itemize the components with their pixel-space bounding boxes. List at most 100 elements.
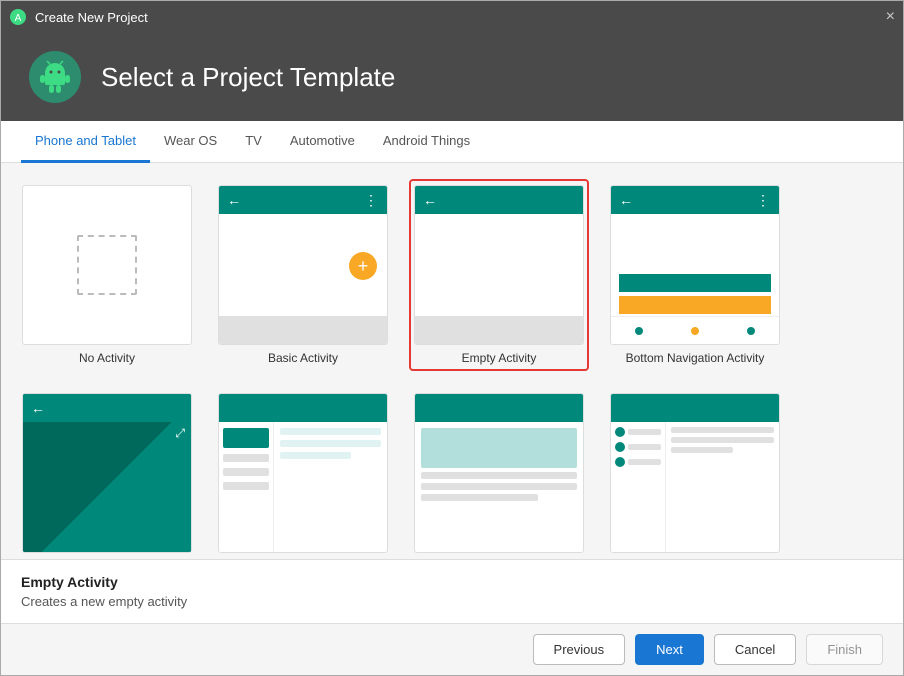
description-title: Empty Activity — [21, 574, 883, 590]
empty-bottombar — [415, 316, 583, 344]
nd-drawer — [219, 422, 274, 552]
template-fullscreen[interactable]: ← ⤢ Fullscreen Activity — [17, 387, 197, 559]
next-button[interactable]: Next — [635, 634, 704, 665]
empty-activity-label: Empty Activity — [462, 351, 537, 365]
tab-automotive[interactable]: Automotive — [276, 121, 369, 163]
sc-line-2 — [421, 483, 577, 490]
finish-button[interactable]: Finish — [806, 634, 883, 665]
md-text-1 — [628, 429, 661, 435]
footer: Previous Next Cancel Finish — [1, 623, 903, 675]
bottomnav-body — [611, 214, 779, 316]
expand-icon: ⤢ — [175, 426, 185, 441]
template-nav-drawer[interactable]: Navigation Drawer Activity — [213, 387, 393, 559]
titlebar-left: A Create New Project — [9, 8, 148, 26]
menu-dots-icon: ⋮ — [364, 192, 379, 209]
tab-tv[interactable]: TV — [231, 121, 276, 163]
basic-body: + — [219, 214, 387, 316]
nav-dot-1 — [635, 327, 643, 335]
sc-topbar — [415, 394, 583, 422]
cancel-button[interactable]: Cancel — [714, 634, 796, 665]
window-title: Create New Project — [35, 10, 148, 25]
fullscreen-preview: ← ⤢ — [22, 393, 192, 553]
nd-topbar — [219, 394, 387, 422]
nd-line-2 — [280, 440, 381, 447]
content: Phone and Tablet Wear OS TV Automotive A… — [1, 121, 903, 623]
nd-item-1 — [223, 454, 269, 462]
sc-line-3 — [421, 494, 538, 501]
sc-line-1 — [421, 472, 577, 479]
back-arrow-icon2: ← — [423, 192, 437, 208]
empty-body — [415, 214, 583, 316]
tab-phone-tablet[interactable]: Phone and Tablet — [21, 121, 150, 163]
fab-button: + — [349, 252, 377, 280]
scrolling-preview — [414, 393, 584, 553]
bottom-nav-label: Bottom Navigation Activity — [626, 351, 765, 365]
fs-topbar: ← — [23, 394, 191, 422]
nav-dot-3 — [747, 327, 755, 335]
basic-activity-preview: ← ⋮ + — [218, 185, 388, 345]
bottom-nav-preview: ← ⋮ — [610, 185, 780, 345]
back-arrow-icon: ← — [227, 192, 241, 208]
no-activity-label: No Activity — [79, 351, 135, 365]
description-text: Creates a new empty activity — [21, 594, 883, 609]
template-basic-activity[interactable]: ← ⋮ + Basic Activity — [213, 179, 393, 371]
template-bottom-nav[interactable]: ← ⋮ — [605, 179, 785, 371]
md-detail-line-2 — [671, 437, 774, 443]
basic-bottombar — [219, 316, 387, 344]
header-title: Select a Project Template — [101, 62, 395, 93]
nd-item-3 — [223, 482, 269, 490]
template-grid-area: No Activity ← ⋮ + Basic Activity — [1, 163, 903, 559]
android-icon — [37, 59, 73, 95]
close-button[interactable]: × — [886, 8, 895, 26]
nd-line-1 — [280, 428, 381, 435]
template-empty-activity[interactable]: ← Empty Activity — [409, 179, 589, 371]
navdrawer-preview — [218, 393, 388, 553]
md-body — [611, 422, 779, 552]
previous-button[interactable]: Previous — [533, 634, 626, 665]
app-icon: A — [9, 8, 27, 26]
master-detail-preview — [610, 393, 780, 553]
fs-diagonal — [23, 422, 191, 552]
tabs-bar: Phone and Tablet Wear OS TV Automotive A… — [1, 121, 903, 163]
md-item-2 — [615, 442, 661, 452]
sc-body — [415, 422, 583, 552]
nd-item-2 — [223, 468, 269, 476]
sc-image — [421, 428, 577, 468]
nav-dot-2 — [691, 327, 699, 335]
md-text-3 — [628, 459, 661, 465]
fs-body: ⤢ — [23, 422, 191, 552]
template-scrolling[interactable]: Scrolling Activity — [409, 387, 589, 559]
nd-body — [219, 422, 387, 552]
md-detail-line-1 — [671, 427, 774, 433]
template-no-activity[interactable]: No Activity — [17, 179, 197, 371]
header-logo — [29, 51, 81, 103]
md-item-3 — [615, 457, 661, 467]
md-item-1 — [615, 427, 661, 437]
tab-wear-os[interactable]: Wear OS — [150, 121, 231, 163]
md-topbar — [611, 394, 779, 422]
window: A Create New Project × — [0, 0, 904, 676]
empty-topbar: ← — [415, 186, 583, 214]
tab-android-things[interactable]: Android Things — [369, 121, 484, 163]
md-detail-line-3 — [671, 447, 733, 453]
titlebar: A Create New Project × — [1, 1, 903, 33]
svg-text:A: A — [15, 13, 22, 24]
menu-dots-icon2: ⋮ — [756, 192, 771, 209]
basic-topbar: ← ⋮ — [219, 186, 387, 214]
md-circle-3 — [615, 457, 625, 467]
no-activity-preview — [22, 185, 192, 345]
header: Select a Project Template — [1, 33, 903, 121]
back-arrow-icon3: ← — [619, 192, 633, 208]
md-text-2 — [628, 444, 661, 450]
back-arrow-icon4: ← — [31, 400, 45, 416]
md-circle-2 — [615, 442, 625, 452]
nd-content — [274, 422, 387, 552]
md-detail — [666, 422, 779, 552]
md-list — [611, 422, 666, 552]
description-panel: Empty Activity Creates a new empty activ… — [1, 559, 903, 623]
bottomnav-topbar: ← ⋮ — [611, 186, 779, 214]
bottom-nav-bar — [611, 316, 779, 344]
template-master-detail[interactable]: Master/Detail Flow — [605, 387, 785, 559]
empty-activity-preview: ← — [414, 185, 584, 345]
nd-header — [223, 428, 269, 448]
